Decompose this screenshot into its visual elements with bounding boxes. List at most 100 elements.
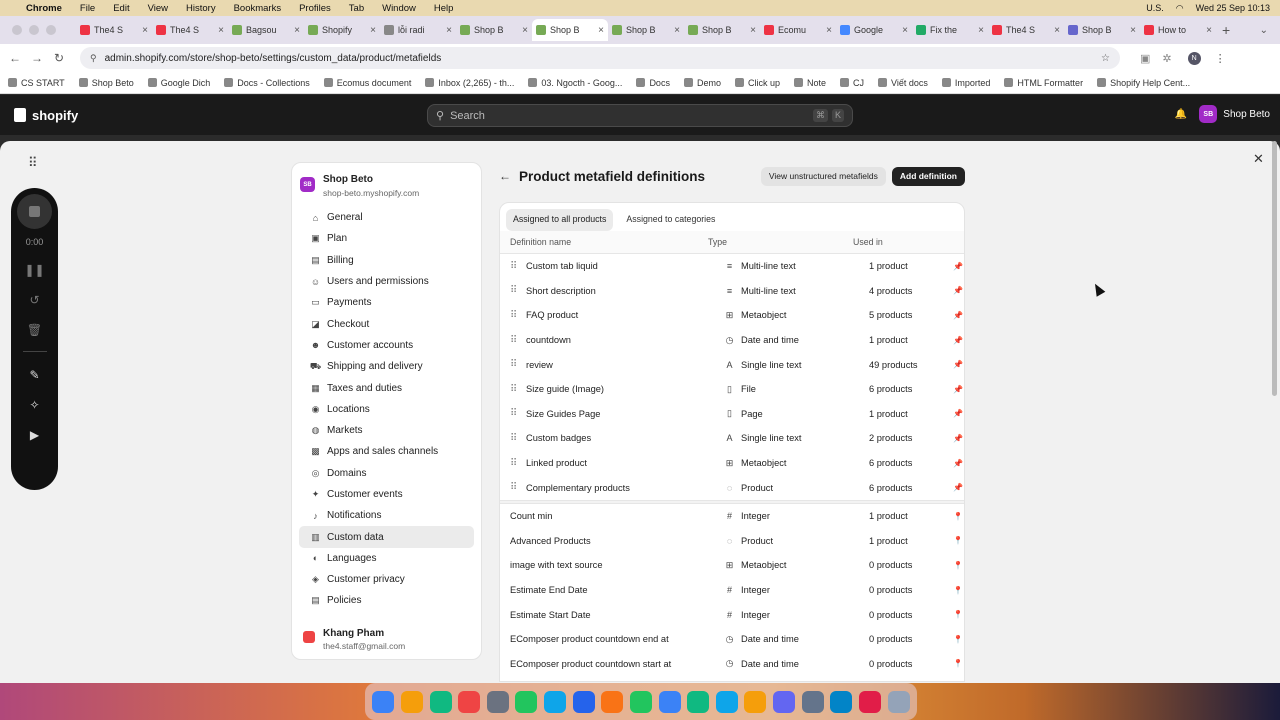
settings-nav-item[interactable]: ◍ Markets	[299, 420, 474, 441]
bookmark-item[interactable]: Inbox (2,265) - th...	[425, 78, 514, 88]
zoom-window-button[interactable]	[46, 25, 56, 35]
highlight-icon[interactable]: ✧	[29, 398, 39, 412]
pause-icon[interactable]: ❚❚	[24, 263, 44, 277]
store-avatar[interactable]: SB	[1199, 105, 1218, 123]
close-tab-icon[interactable]: ×	[674, 25, 680, 36]
settings-nav-item[interactable]: ▣ Plan	[299, 228, 474, 249]
shopify-logo[interactable]: shopify	[14, 108, 78, 123]
settings-nav-item[interactable]: ☻ Customer accounts	[299, 335, 474, 356]
drag-handle-icon[interactable]: ⠿	[510, 482, 526, 493]
close-tab-icon[interactable]: ×	[370, 25, 376, 36]
settings-nav-item[interactable]: ▦ Taxes and duties	[299, 377, 474, 398]
settings-nav-item[interactable]: ◈ Customer privacy	[299, 569, 474, 590]
settings-nav-item[interactable]: ▩ Apps and sales channels	[299, 441, 474, 462]
browser-tab[interactable]: Fix the ×	[912, 19, 988, 41]
close-tab-icon[interactable]: ×	[1054, 25, 1060, 36]
dock-app-icon[interactable]	[887, 690, 910, 713]
drag-handle-icon[interactable]: ⠿	[510, 458, 526, 469]
bookmark-item[interactable]: CS START	[8, 78, 65, 88]
settings-nav-item[interactable]: ⛟ Shipping and delivery	[299, 356, 474, 377]
dock-app-icon[interactable]	[629, 690, 652, 713]
table-row[interactable]: image with text source ⊞ Metaobject 0 produ…	[500, 553, 964, 578]
menu-help[interactable]: Help	[434, 3, 454, 14]
browser-tab[interactable]: Shopify ×	[304, 19, 380, 41]
browser-tab[interactable]: Bagsou ×	[228, 19, 304, 41]
close-tab-icon[interactable]: ×	[1130, 25, 1136, 36]
bookmark-item[interactable]: CJ	[840, 78, 864, 88]
definition-name[interactable]: Size Guides Page	[526, 409, 724, 419]
table-row[interactable]: ⠿ Custom badges A Single line text 2 product…	[500, 426, 964, 451]
col-used-in[interactable]: Used in	[853, 237, 883, 247]
pin-icon[interactable]: 📌	[952, 286, 964, 295]
admin-search-input[interactable]: ⚲ Search ⌘ K	[427, 104, 853, 127]
close-tab-icon[interactable]: ×	[978, 25, 984, 36]
menu-file[interactable]: File	[80, 3, 95, 14]
close-icon[interactable]: ✕	[1253, 151, 1264, 167]
pin-icon[interactable]: 📌	[952, 336, 964, 345]
definition-name[interactable]: countdown	[526, 335, 724, 345]
drag-handle-icon[interactable]: ⠿	[510, 310, 526, 321]
bookmark-item[interactable]: Viết docs	[878, 78, 928, 88]
bookmark-item[interactable]: Shop Beto	[78, 78, 134, 88]
settings-nav-item[interactable]: ✦ Customer events	[299, 484, 474, 505]
menu-profiles[interactable]: Profiles	[299, 3, 331, 14]
pin-icon[interactable]: 📌	[952, 483, 964, 492]
settings-nav-item[interactable]: ♪ Notifications	[299, 505, 474, 526]
pen-icon[interactable]: ✎	[29, 368, 39, 382]
table-row[interactable]: Estimate Start Date # Integer 0 products 📍	[500, 602, 964, 627]
drag-handle-icon[interactable]: ⠿	[510, 384, 526, 395]
tab-assigned-all[interactable]: Assigned to all products	[506, 209, 614, 231]
definition-name[interactable]: image with text source	[510, 560, 724, 570]
clock[interactable]: Wed 25 Sep 10:13	[1196, 3, 1270, 13]
close-tab-icon[interactable]: ×	[142, 25, 148, 36]
definition-name[interactable]: EComposer product countdown end at	[510, 634, 724, 644]
definition-name[interactable]: EComposer product countdown start at	[510, 659, 724, 669]
bookmark-item[interactable]: Docs - Collections	[224, 78, 310, 88]
table-row[interactable]: ⠿ Size guide (Image) ▯ File 6 products 📌	[500, 377, 964, 402]
dock-app-icon[interactable]	[544, 690, 567, 713]
drag-handle-icon[interactable]: ⠿	[510, 285, 526, 296]
dock-app-icon[interactable]	[801, 690, 824, 713]
pin-icon[interactable]: 📌	[952, 385, 964, 394]
dock-app-icon[interactable]	[687, 690, 710, 713]
definition-name[interactable]: Advanced Products	[510, 536, 724, 546]
dock-app-icon[interactable]	[744, 690, 767, 713]
bookmark-item[interactable]: Imported	[941, 78, 990, 88]
browser-tab[interactable]: Shop B ×	[608, 19, 684, 41]
pin-icon[interactable]: 📌	[952, 262, 964, 271]
table-row[interactable]: ⠿ FAQ product ⊞ Metaobject 5 products 📌	[500, 303, 964, 328]
pin-icon[interactable]: 📌	[952, 434, 964, 443]
bookmark-item[interactable]: Docs	[636, 78, 670, 88]
trash-icon[interactable]: 🗑	[27, 323, 42, 337]
settings-nav-item[interactable]: ▭ Payments	[299, 292, 474, 313]
settings-nav-item[interactable]: ⌂ General	[299, 207, 474, 228]
settings-nav-item[interactable]: ▥ Custom data	[299, 526, 474, 548]
page-scrollbar[interactable]	[1272, 141, 1277, 396]
settings-nav-item[interactable]: ◎ Domains	[299, 463, 474, 484]
menu-history[interactable]: History	[186, 3, 216, 14]
close-tab-icon[interactable]: ×	[446, 25, 452, 36]
menu-edit[interactable]: Edit	[113, 3, 129, 14]
new-tab-button[interactable]: +	[1222, 22, 1230, 38]
pin-icon[interactable]: 📌	[952, 409, 964, 418]
table-row[interactable]: ⠿ Complementary products ◌ Product 6 product…	[500, 475, 964, 500]
menu-view[interactable]: View	[148, 3, 168, 14]
dock-app-icon[interactable]	[458, 690, 481, 713]
browser-tab[interactable]: The4 S ×	[988, 19, 1064, 41]
tab-assigned-categories[interactable]: Assigned to categories	[619, 209, 722, 231]
dock-app-icon[interactable]	[858, 690, 881, 713]
stop-recording-button[interactable]	[17, 194, 52, 229]
table-row[interactable]: ⠿ Linked product ⊞ Metaobject 6 products 📌	[500, 451, 964, 476]
drag-handle-icon[interactable]: ⠿	[510, 359, 526, 370]
table-row[interactable]: ⠿ review A Single line text 49 products 📌	[500, 352, 964, 377]
drag-handle-icon[interactable]: ⠿	[510, 433, 526, 444]
table-row[interactable]: Estimate End Date # Integer 0 products 📍	[500, 578, 964, 603]
apps-grid-icon[interactable]: ⠿	[28, 155, 38, 171]
close-tab-icon[interactable]: ×	[1206, 25, 1212, 36]
close-tab-icon[interactable]: ×	[750, 25, 756, 36]
shop-identity[interactable]: SB Shop Beto shop-beto.myshopify.com	[292, 163, 481, 207]
reload-icon[interactable]: ↻	[48, 51, 70, 65]
dock-app-icon[interactable]	[372, 690, 395, 713]
browser-tab[interactable]: Ecomu ×	[760, 19, 836, 41]
definition-name[interactable]: Estimate End Date	[510, 585, 724, 595]
